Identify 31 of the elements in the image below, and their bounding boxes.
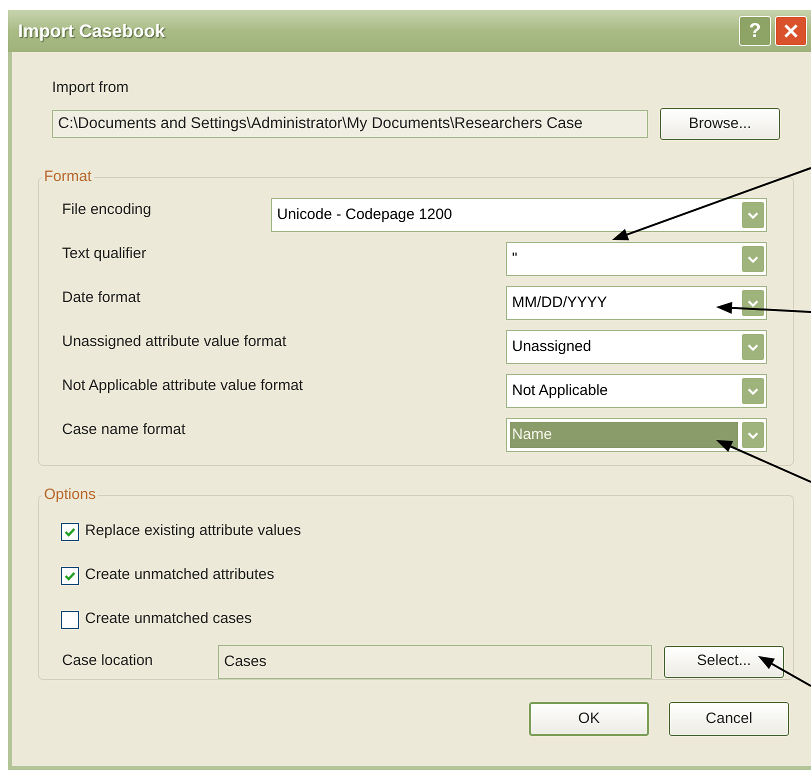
checkbox[interactable] [61,522,79,540]
ok-button[interactable]: OK [529,702,649,736]
dropdown[interactable]: MM/DD/YYYY [506,286,767,320]
group-title: Options [43,485,97,505]
dropdown[interactable]: " [506,242,767,276]
checkbox[interactable] [61,610,79,628]
checkbox[interactable] [61,566,79,584]
group-title: Format [43,167,93,187]
checkbox-label: Create unmatched cases [85,609,252,630]
checkbox-label: Create unmatched attributes [85,565,274,586]
dropdown[interactable]: Unicode - Codepage 1200 [271,198,767,232]
browse-button[interactable]: Browse... [660,108,780,140]
window-title: Import Casebook [18,20,166,43]
dropdown[interactable]: Unassigned [506,330,767,364]
field-label: Text qualifier [62,244,146,264]
field-label: Not Applicable attribute value format [62,376,303,396]
field-label: Case location [62,651,154,672]
path-field[interactable]: C:\Documents and Settings\Administrator\My Documents\Researchers Case [52,110,648,138]
field-label: Case name format [62,420,186,440]
cancel-button[interactable]: Cancel [669,702,789,736]
field-label: Unassigned attribute value format [62,332,286,352]
location-field[interactable]: Cases [218,644,652,678]
select-button[interactable]: Select... [664,646,784,678]
field-label: File encoding [62,200,152,220]
close-button[interactable] [775,16,807,46]
dropdown[interactable]: Not Applicable [506,374,767,408]
annotation-arrow [758,656,811,687]
close-icon [782,22,800,40]
checkbox-label: Replace existing attribute values [85,521,301,542]
field-label: Date format [62,288,140,308]
field-label: Import from [52,78,130,98]
